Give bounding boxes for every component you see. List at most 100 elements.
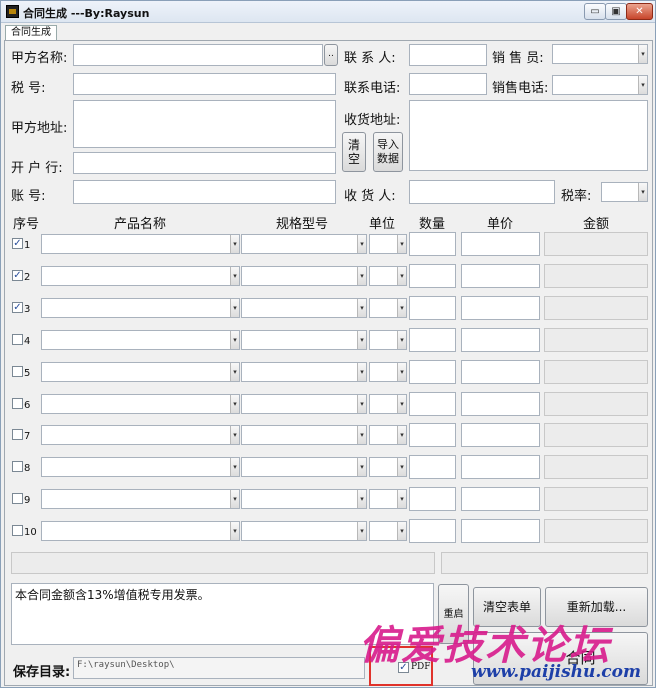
- qty-input[interactable]: [409, 423, 456, 447]
- qty-input[interactable]: [409, 232, 456, 256]
- sales-select[interactable]: ▾: [552, 44, 648, 64]
- sales-phone-select[interactable]: ▾: [552, 75, 648, 95]
- party-a-name-input[interactable]: [73, 44, 323, 66]
- title-bar[interactable]: 合同生成 ---By:Raysun ▭ ▣ ✕: [1, 1, 655, 23]
- bank-input[interactable]: [73, 152, 336, 174]
- chevron-down-icon: ▾: [397, 458, 406, 476]
- unit-select[interactable]: ▾: [369, 394, 407, 414]
- chevron-down-icon: ▾: [357, 426, 366, 444]
- price-input[interactable]: [461, 328, 540, 352]
- price-input[interactable]: [461, 519, 540, 543]
- product-name-select[interactable]: ▾: [41, 489, 240, 509]
- chevron-down-icon: ▾: [230, 267, 239, 285]
- row-checkbox[interactable]: [12, 398, 23, 409]
- price-input[interactable]: [461, 423, 540, 447]
- ship-addr-input[interactable]: [409, 100, 648, 171]
- spec-select[interactable]: ▾: [241, 298, 367, 318]
- spec-select[interactable]: ▾: [241, 521, 367, 541]
- spec-select[interactable]: ▾: [241, 330, 367, 350]
- product-name-select[interactable]: ▾: [41, 362, 240, 382]
- row-checkbox[interactable]: [12, 525, 23, 536]
- unit-select[interactable]: ▾: [369, 362, 407, 382]
- row-checkbox[interactable]: [12, 429, 23, 440]
- product-name-select[interactable]: ▾: [41, 330, 240, 350]
- chevron-down-icon: ▾: [397, 299, 406, 317]
- address-input[interactable]: [73, 100, 336, 148]
- unit-select[interactable]: ▾: [369, 425, 407, 445]
- spec-select[interactable]: ▾: [241, 266, 367, 286]
- col-header-spec: 规格型号: [276, 217, 329, 232]
- row-number: 10: [24, 527, 37, 538]
- qty-input[interactable]: [409, 455, 456, 479]
- price-input[interactable]: [461, 392, 540, 416]
- price-input[interactable]: [461, 264, 540, 288]
- price-input[interactable]: [461, 296, 540, 320]
- price-input[interactable]: [461, 232, 540, 256]
- amount-output: [544, 455, 648, 479]
- chevron-down-icon: ▾: [357, 522, 366, 540]
- qty-input[interactable]: [409, 392, 456, 416]
- unit-select[interactable]: ▾: [369, 266, 407, 286]
- spec-select[interactable]: ▾: [241, 362, 367, 382]
- price-input[interactable]: [461, 455, 540, 479]
- product-name-select[interactable]: ▾: [41, 266, 240, 286]
- row-checkbox[interactable]: [12, 461, 23, 472]
- unit-select[interactable]: ▾: [369, 330, 407, 350]
- qty-input[interactable]: [409, 296, 456, 320]
- chevron-down-icon: ▾: [357, 395, 366, 413]
- unit-select[interactable]: ▾: [369, 234, 407, 254]
- tax-no-label: 税 号:: [11, 81, 46, 96]
- spec-select[interactable]: ▾: [241, 394, 367, 414]
- chevron-down-icon: ▾: [638, 76, 647, 94]
- minimize-button[interactable]: ▭: [584, 3, 606, 20]
- chevron-down-icon: ▾: [397, 490, 406, 508]
- restore-button[interactable]: ▣: [605, 3, 627, 20]
- unit-select[interactable]: ▾: [369, 489, 407, 509]
- row-number: 6: [24, 400, 31, 411]
- unit-select[interactable]: ▾: [369, 521, 407, 541]
- chevron-down-icon: ▾: [230, 490, 239, 508]
- chevron-down-icon: ▾: [230, 299, 239, 317]
- row-checkbox[interactable]: ✓: [12, 238, 23, 249]
- spec-select[interactable]: ▾: [241, 457, 367, 477]
- spec-select[interactable]: ▾: [241, 489, 367, 509]
- product-name-select[interactable]: ▾: [41, 521, 240, 541]
- price-input[interactable]: [461, 360, 540, 384]
- amount-output: [544, 328, 648, 352]
- qty-input[interactable]: [409, 360, 456, 384]
- party-a-browse-button[interactable]: ..: [324, 44, 338, 66]
- receiver-input[interactable]: [409, 180, 555, 204]
- address-label: 甲方地址:: [11, 121, 68, 136]
- account-input[interactable]: [73, 180, 336, 204]
- product-name-select[interactable]: ▾: [41, 298, 240, 318]
- spec-select[interactable]: ▾: [241, 425, 367, 445]
- unit-select[interactable]: ▾: [369, 457, 407, 477]
- contact-input[interactable]: [409, 44, 487, 66]
- qty-input[interactable]: [409, 328, 456, 352]
- chevron-down-icon: ▾: [230, 426, 239, 444]
- clear-button[interactable]: 清空: [342, 132, 366, 172]
- qty-input[interactable]: [409, 519, 456, 543]
- row-checkbox[interactable]: ✓: [12, 302, 23, 313]
- row-checkbox[interactable]: [12, 493, 23, 504]
- close-button[interactable]: ✕: [626, 3, 653, 20]
- row-checkbox[interactable]: [12, 366, 23, 377]
- save-dir-input[interactable]: F:\raysun\Desktop\: [73, 657, 365, 679]
- price-input[interactable]: [461, 487, 540, 511]
- qty-input[interactable]: [409, 487, 456, 511]
- product-name-select[interactable]: ▾: [41, 425, 240, 445]
- qty-input[interactable]: [409, 264, 456, 288]
- spec-select[interactable]: ▾: [241, 234, 367, 254]
- contact-phone-input[interactable]: [409, 73, 487, 95]
- tax-no-input[interactable]: [73, 73, 336, 95]
- tax-rate-select[interactable]: ▾: [601, 182, 648, 202]
- product-name-select[interactable]: ▾: [41, 394, 240, 414]
- amount-output: [544, 232, 648, 256]
- product-name-select[interactable]: ▾: [41, 234, 240, 254]
- product-name-select[interactable]: ▾: [41, 457, 240, 477]
- tab-contract[interactable]: 合同生成: [5, 25, 57, 41]
- import-data-button[interactable]: 导入数据: [373, 132, 403, 172]
- row-checkbox[interactable]: ✓: [12, 270, 23, 281]
- row-checkbox[interactable]: [12, 334, 23, 345]
- unit-select[interactable]: ▾: [369, 298, 407, 318]
